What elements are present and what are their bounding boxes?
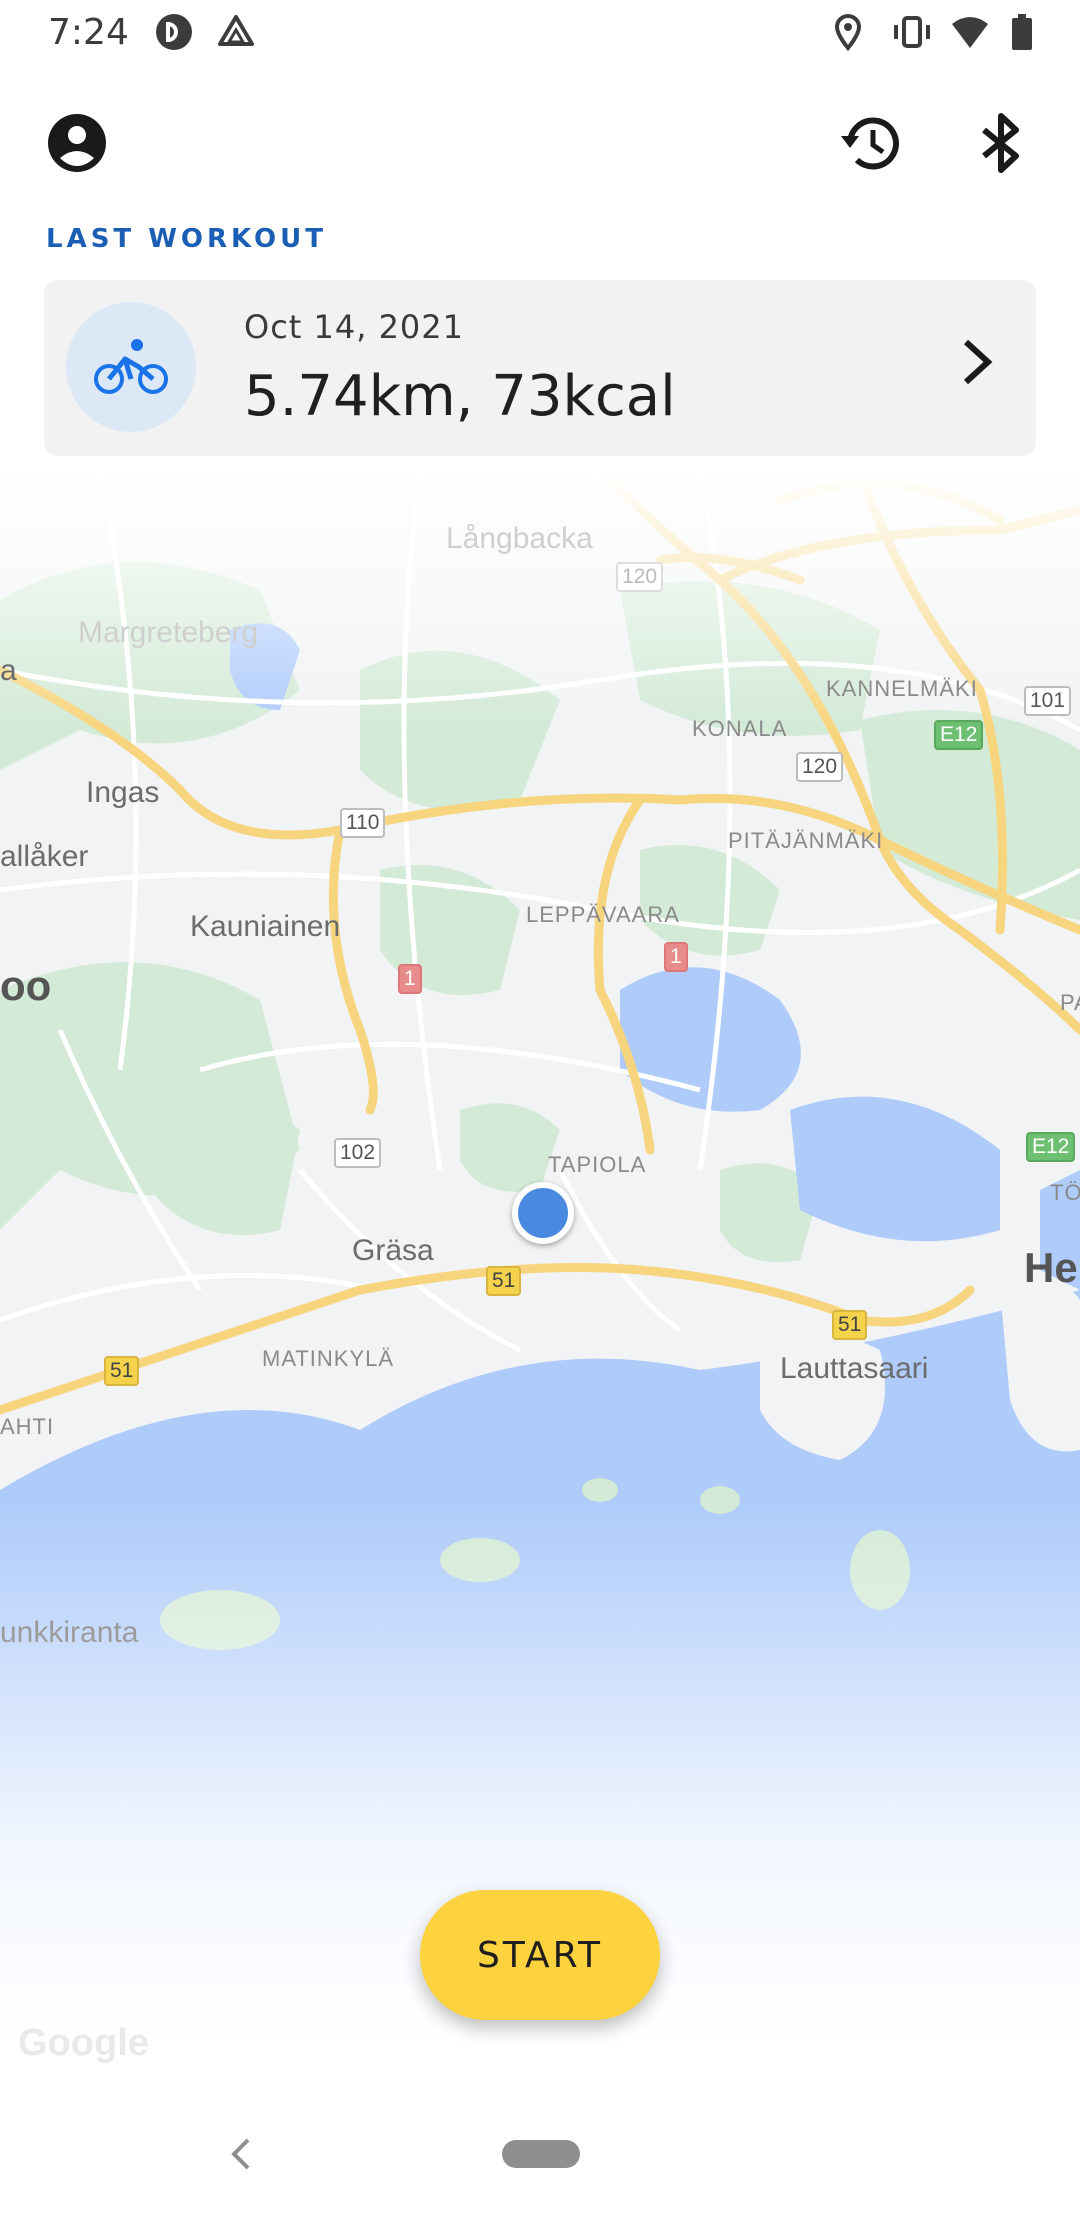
- wifi-icon: [952, 17, 988, 48]
- pocketcasts-icon: [156, 14, 192, 50]
- vibrate-icon: [894, 16, 930, 48]
- workout-date: Oct 14, 2021: [244, 308, 464, 346]
- map-label-margreteberg: Margreteberg: [78, 616, 259, 649]
- map-label-leppavaara: LEPPÄVAARA: [526, 902, 680, 927]
- location-icon: [834, 13, 862, 52]
- map-label-matinkyla: MATINKYLÄ: [262, 1346, 395, 1371]
- section-label-last-workout: LAST WORKOUT: [46, 224, 327, 254]
- map-label-langbacka: Långbacka: [446, 522, 593, 555]
- history-icon[interactable]: [836, 108, 906, 178]
- road-shield-51: 51: [832, 1310, 868, 1340]
- map-label-grasa: Gräsa: [352, 1234, 434, 1267]
- map-label-he: He: [1024, 1244, 1078, 1291]
- road-shield-51: 51: [104, 1356, 140, 1386]
- status-time: 7:24: [48, 12, 129, 53]
- battery-icon: [1012, 14, 1032, 50]
- account-icon[interactable]: [42, 108, 112, 178]
- last-workout-card[interactable]: Oct 14, 2021 5.74km, 73kcal: [44, 280, 1036, 456]
- map-label-ahti: AHTI: [0, 1414, 55, 1439]
- map-label-unkkiranta: unkkiranta: [0, 1616, 139, 1649]
- google-attribution: Google: [18, 2022, 149, 2064]
- road-shield-e12: E12: [1026, 1132, 1076, 1162]
- bike-icon: [94, 339, 168, 394]
- workout-metrics: 5.74km, 73kcal: [244, 364, 676, 429]
- map-label-konala: KONALA: [692, 716, 788, 741]
- bluetooth-icon[interactable]: [966, 108, 1036, 178]
- map-label-tapiola: TAPIOLA: [548, 1152, 647, 1177]
- road-shield-120: 120: [616, 562, 664, 592]
- current-location-dot: [512, 1182, 574, 1244]
- road-shield-51: 51: [486, 1266, 522, 1296]
- activity-avatar: [66, 302, 196, 432]
- road-shield-101: 101: [1024, 686, 1072, 716]
- map-label-ingas: Ingas: [86, 776, 160, 809]
- map-label-a: a: [0, 654, 17, 687]
- map-canvas[interactable]: [0, 470, 1080, 2070]
- map-label-pasi: PASI: [1060, 990, 1080, 1015]
- road-shield-110: 110: [340, 808, 386, 838]
- road-shield-e12: E12: [934, 720, 984, 750]
- start-button[interactable]: START: [420, 1890, 660, 2020]
- home-pill[interactable]: [502, 2140, 580, 2168]
- map-label-kauniainen: Kauniainen: [190, 910, 341, 943]
- map-label-kannelmaki: KANNELMÄKI: [826, 676, 978, 701]
- road-shield-102: 102: [334, 1138, 382, 1168]
- chevron-right-icon[interactable]: [946, 332, 1006, 392]
- map-label-lauttasaari: Lauttasaari: [780, 1352, 929, 1385]
- back-icon[interactable]: [222, 2132, 258, 2176]
- map-label-allaker: allåker: [0, 840, 89, 873]
- road-shield-120: 120: [796, 752, 844, 782]
- drive-icon: [218, 15, 254, 46]
- map-label-toolo: TÖÖLÖ: [1050, 1180, 1080, 1205]
- road-shield-1: 1: [664, 942, 688, 972]
- road-shield-1: 1: [398, 964, 422, 994]
- map-label-oo: oo: [0, 962, 52, 1009]
- map-label-pitajanmaki: PITÄJÄNMÄKI: [728, 828, 884, 853]
